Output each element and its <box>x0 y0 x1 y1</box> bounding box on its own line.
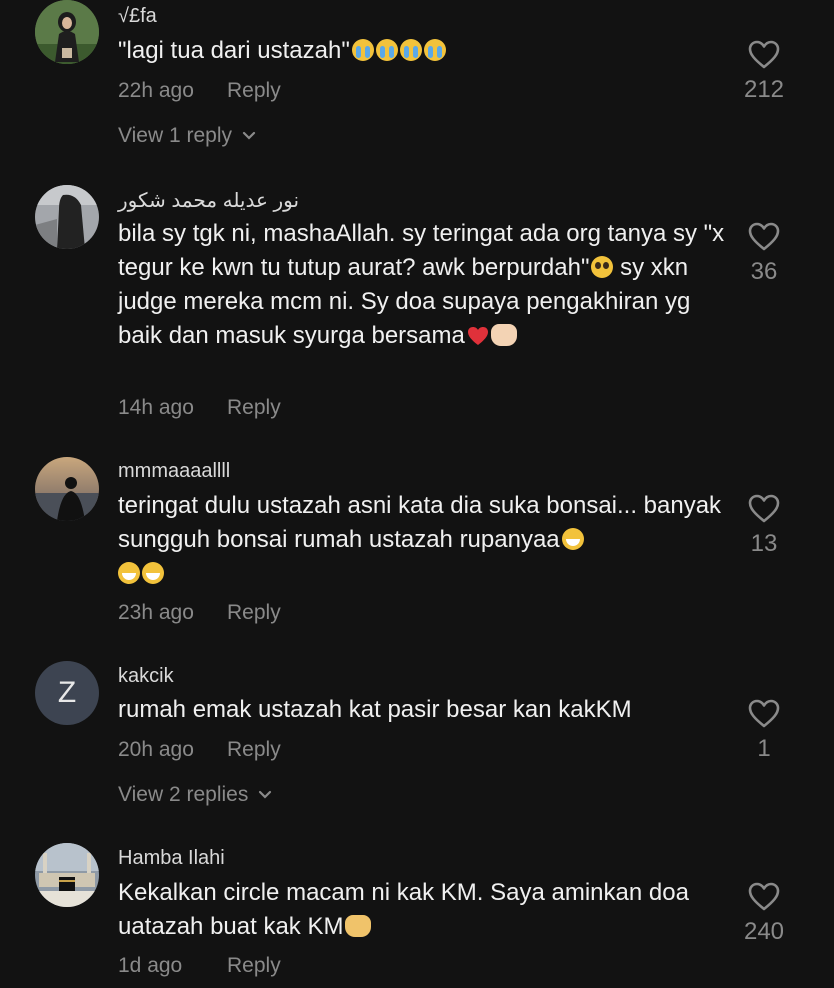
palms-up-emoji-icon <box>345 915 372 937</box>
like-count: 240 <box>743 918 785 945</box>
reply-button[interactable]: Reply <box>227 396 281 420</box>
like-control: 1 <box>734 699 794 763</box>
red-heart-emoji-icon <box>467 327 488 345</box>
comment-text-content: teringat dulu ustazah asni kata dia suka… <box>118 492 722 553</box>
comment-meta: 20h ago Reply <box>118 738 281 762</box>
view-replies-label: View 1 reply <box>118 124 233 147</box>
comment-text: teringat dulu ustazah asni kata dia suka… <box>118 489 728 591</box>
silhouette-sunset-icon <box>35 457 99 521</box>
comment-text: Kekalkan circle macam ni kak KM. Saya am… <box>118 876 728 944</box>
avatar[interactable] <box>35 457 99 521</box>
comment-meta: 14h ago Reply <box>118 396 281 420</box>
reply-button[interactable]: Reply <box>227 601 281 625</box>
avatar[interactable] <box>35 843 99 907</box>
loudly-crying-emoji-icon <box>399 39 422 61</box>
comment-username[interactable]: mmmaaaallll <box>118 460 230 483</box>
comment-time: 14h ago <box>118 396 194 419</box>
like-count: 212 <box>743 76 785 103</box>
avatar[interactable] <box>35 185 99 249</box>
comment-text: rumah emak ustazah kat pasir besar kan k… <box>118 693 728 727</box>
hijab-person-icon <box>35 0 99 64</box>
heart-outline-icon[interactable] <box>748 699 780 729</box>
comment-text-content: "lagi tua dari ustazah" <box>118 37 350 64</box>
like-control: 240 <box>734 882 794 946</box>
comment-text-content: rumah emak ustazah kat pasir besar kan k… <box>118 696 632 723</box>
comment-username[interactable]: √£fa <box>118 5 157 28</box>
comment-time: 1d ago <box>118 954 183 977</box>
comment-text-content: Kekalkan circle macam ni kak KM. Saya am… <box>118 879 689 940</box>
mosque-kaaba-icon <box>35 843 99 907</box>
avatar[interactable]: Z <box>35 661 99 725</box>
heart-outline-icon[interactable] <box>748 882 780 912</box>
comment-time: 23h ago <box>118 601 194 624</box>
comment-time: 22h ago <box>118 79 194 102</box>
pleading-face-emoji-icon <box>591 256 614 278</box>
like-count: 13 <box>750 530 778 557</box>
comment-username[interactable]: نور عديله محمد شكور <box>118 188 299 213</box>
like-control: 212 <box>734 40 794 104</box>
grinning-face-emoji-icon <box>561 528 584 550</box>
comment-username[interactable]: Hamba Ilahi <box>118 847 225 870</box>
heart-outline-icon[interactable] <box>748 222 780 252</box>
view-replies-button[interactable]: View 1 reply <box>118 124 256 148</box>
chevron-down-icon <box>242 131 256 140</box>
heart-outline-icon[interactable] <box>748 40 780 70</box>
comment-text: "lagi tua dari ustazah" <box>118 34 728 68</box>
grinning-face-emoji-icon <box>118 562 140 584</box>
loudly-crying-emoji-icon <box>423 39 446 61</box>
chevron-down-icon <box>259 790 272 799</box>
comment-time: 20h ago <box>118 738 194 761</box>
palms-up-emoji-icon <box>490 324 517 346</box>
veiled-person-icon <box>35 185 99 249</box>
view-replies-button[interactable]: View 2 replies <box>118 783 272 807</box>
comment-meta: 23h ago Reply <box>118 601 281 625</box>
like-control: 13 <box>734 494 794 558</box>
reply-button[interactable]: Reply <box>227 738 281 762</box>
avatar-letter: Z <box>57 676 77 709</box>
loudly-crying-emoji-icon <box>351 39 374 61</box>
comment-username[interactable]: kakcik <box>118 665 174 688</box>
like-count: 1 <box>757 735 771 762</box>
like-count: 36 <box>750 258 778 285</box>
grinning-face-emoji-icon <box>142 562 164 584</box>
view-replies-label: View 2 replies <box>118 783 249 806</box>
loudly-crying-emoji-icon <box>375 39 398 61</box>
reply-button[interactable]: Reply <box>227 954 281 978</box>
avatar[interactable] <box>35 0 99 64</box>
comment-meta: 1d ago Reply <box>118 954 281 978</box>
heart-outline-icon[interactable] <box>748 494 780 524</box>
like-control: 36 <box>734 222 794 286</box>
comment-text: bila sy tgk ni, mashaAllah. sy teringat … <box>118 217 728 353</box>
reply-button[interactable]: Reply <box>227 79 281 103</box>
comment-meta: 22h ago Reply <box>118 79 281 103</box>
